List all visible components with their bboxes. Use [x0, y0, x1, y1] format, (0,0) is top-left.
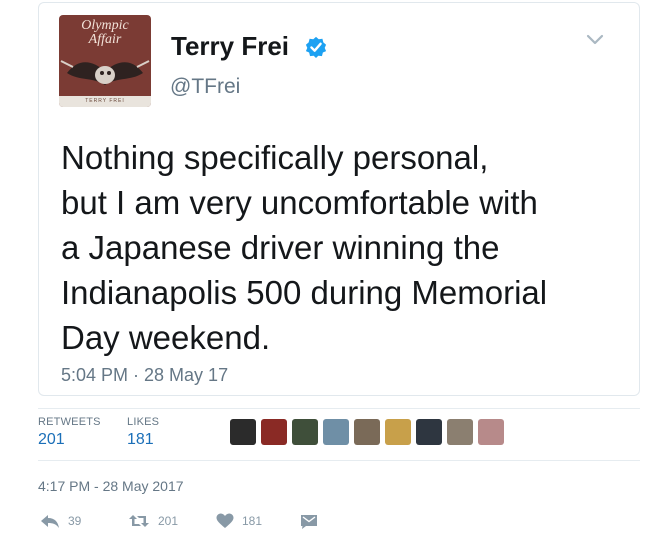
retweet-icon [129, 515, 149, 527]
liker-avatar[interactable] [478, 419, 504, 445]
tweet-text-line: a Japanese driver winning the [61, 229, 500, 266]
like-count: 181 [242, 514, 263, 528]
embedded-tweet-card: Olympic Affair TERRY FREI Terry Frei @TF… [38, 2, 640, 396]
tweet-text-line: Day weekend. [61, 319, 271, 356]
profile-avatar[interactable]: Olympic Affair TERRY FREI [59, 15, 151, 107]
direct-message-button[interactable] [300, 510, 326, 532]
liker-avatar[interactable] [354, 419, 380, 445]
chevron-down-icon[interactable] [585, 33, 605, 47]
reply-count: 39 [68, 514, 82, 528]
like-button[interactable]: 181 [216, 510, 262, 532]
tweet-time[interactable]: 5:04 PM · 28 May 17 [61, 364, 228, 386]
liker-avatar[interactable] [261, 419, 287, 445]
display-name[interactable]: Terry Frei [171, 31, 289, 61]
tweet-text: Nothing specifically personal, but I am … [61, 135, 631, 360]
liker-avatar[interactable] [230, 419, 256, 445]
liker-avatar[interactable] [385, 419, 411, 445]
retweets-label: RETWEETS [38, 416, 101, 428]
heart-icon [216, 513, 234, 528]
stats-divider-bottom [38, 460, 640, 461]
avatar-footer-text: TERRY FREI [59, 96, 151, 107]
reply-button[interactable]: 39 [40, 510, 81, 532]
direct-message-icon [301, 515, 317, 529]
stats-divider-top [38, 408, 640, 409]
liker-avatar[interactable] [416, 419, 442, 445]
tweet-text-line: Indianapolis 500 during Memorial [61, 274, 548, 311]
retweet-button[interactable]: 201 [128, 510, 178, 532]
tweet-text-line: but I am very uncomfortable with [61, 184, 538, 221]
liker-avatar[interactable] [323, 419, 349, 445]
avatar-logo-text: Olympic Affair [81, 18, 129, 47]
tweet-page: Olympic Affair TERRY FREI Terry Frei @TF… [0, 0, 652, 539]
user-handle[interactable]: @TFrei [170, 75, 240, 99]
retweets-count[interactable]: 201 [38, 431, 65, 449]
verified-badge-icon [305, 36, 327, 58]
tweet-text-line: Nothing specifically personal, [61, 139, 489, 176]
tweet-timestamp[interactable]: 4:17 PM - 28 May 2017 [38, 478, 184, 494]
liker-avatar[interactable] [447, 419, 473, 445]
reply-icon [41, 515, 59, 528]
liker-avatar[interactable] [292, 419, 318, 445]
olympic-emblem-icon [60, 60, 150, 85]
likes-count[interactable]: 181 [127, 431, 154, 449]
likes-label: LIKES [127, 416, 160, 428]
retweet-count: 201 [158, 514, 179, 528]
